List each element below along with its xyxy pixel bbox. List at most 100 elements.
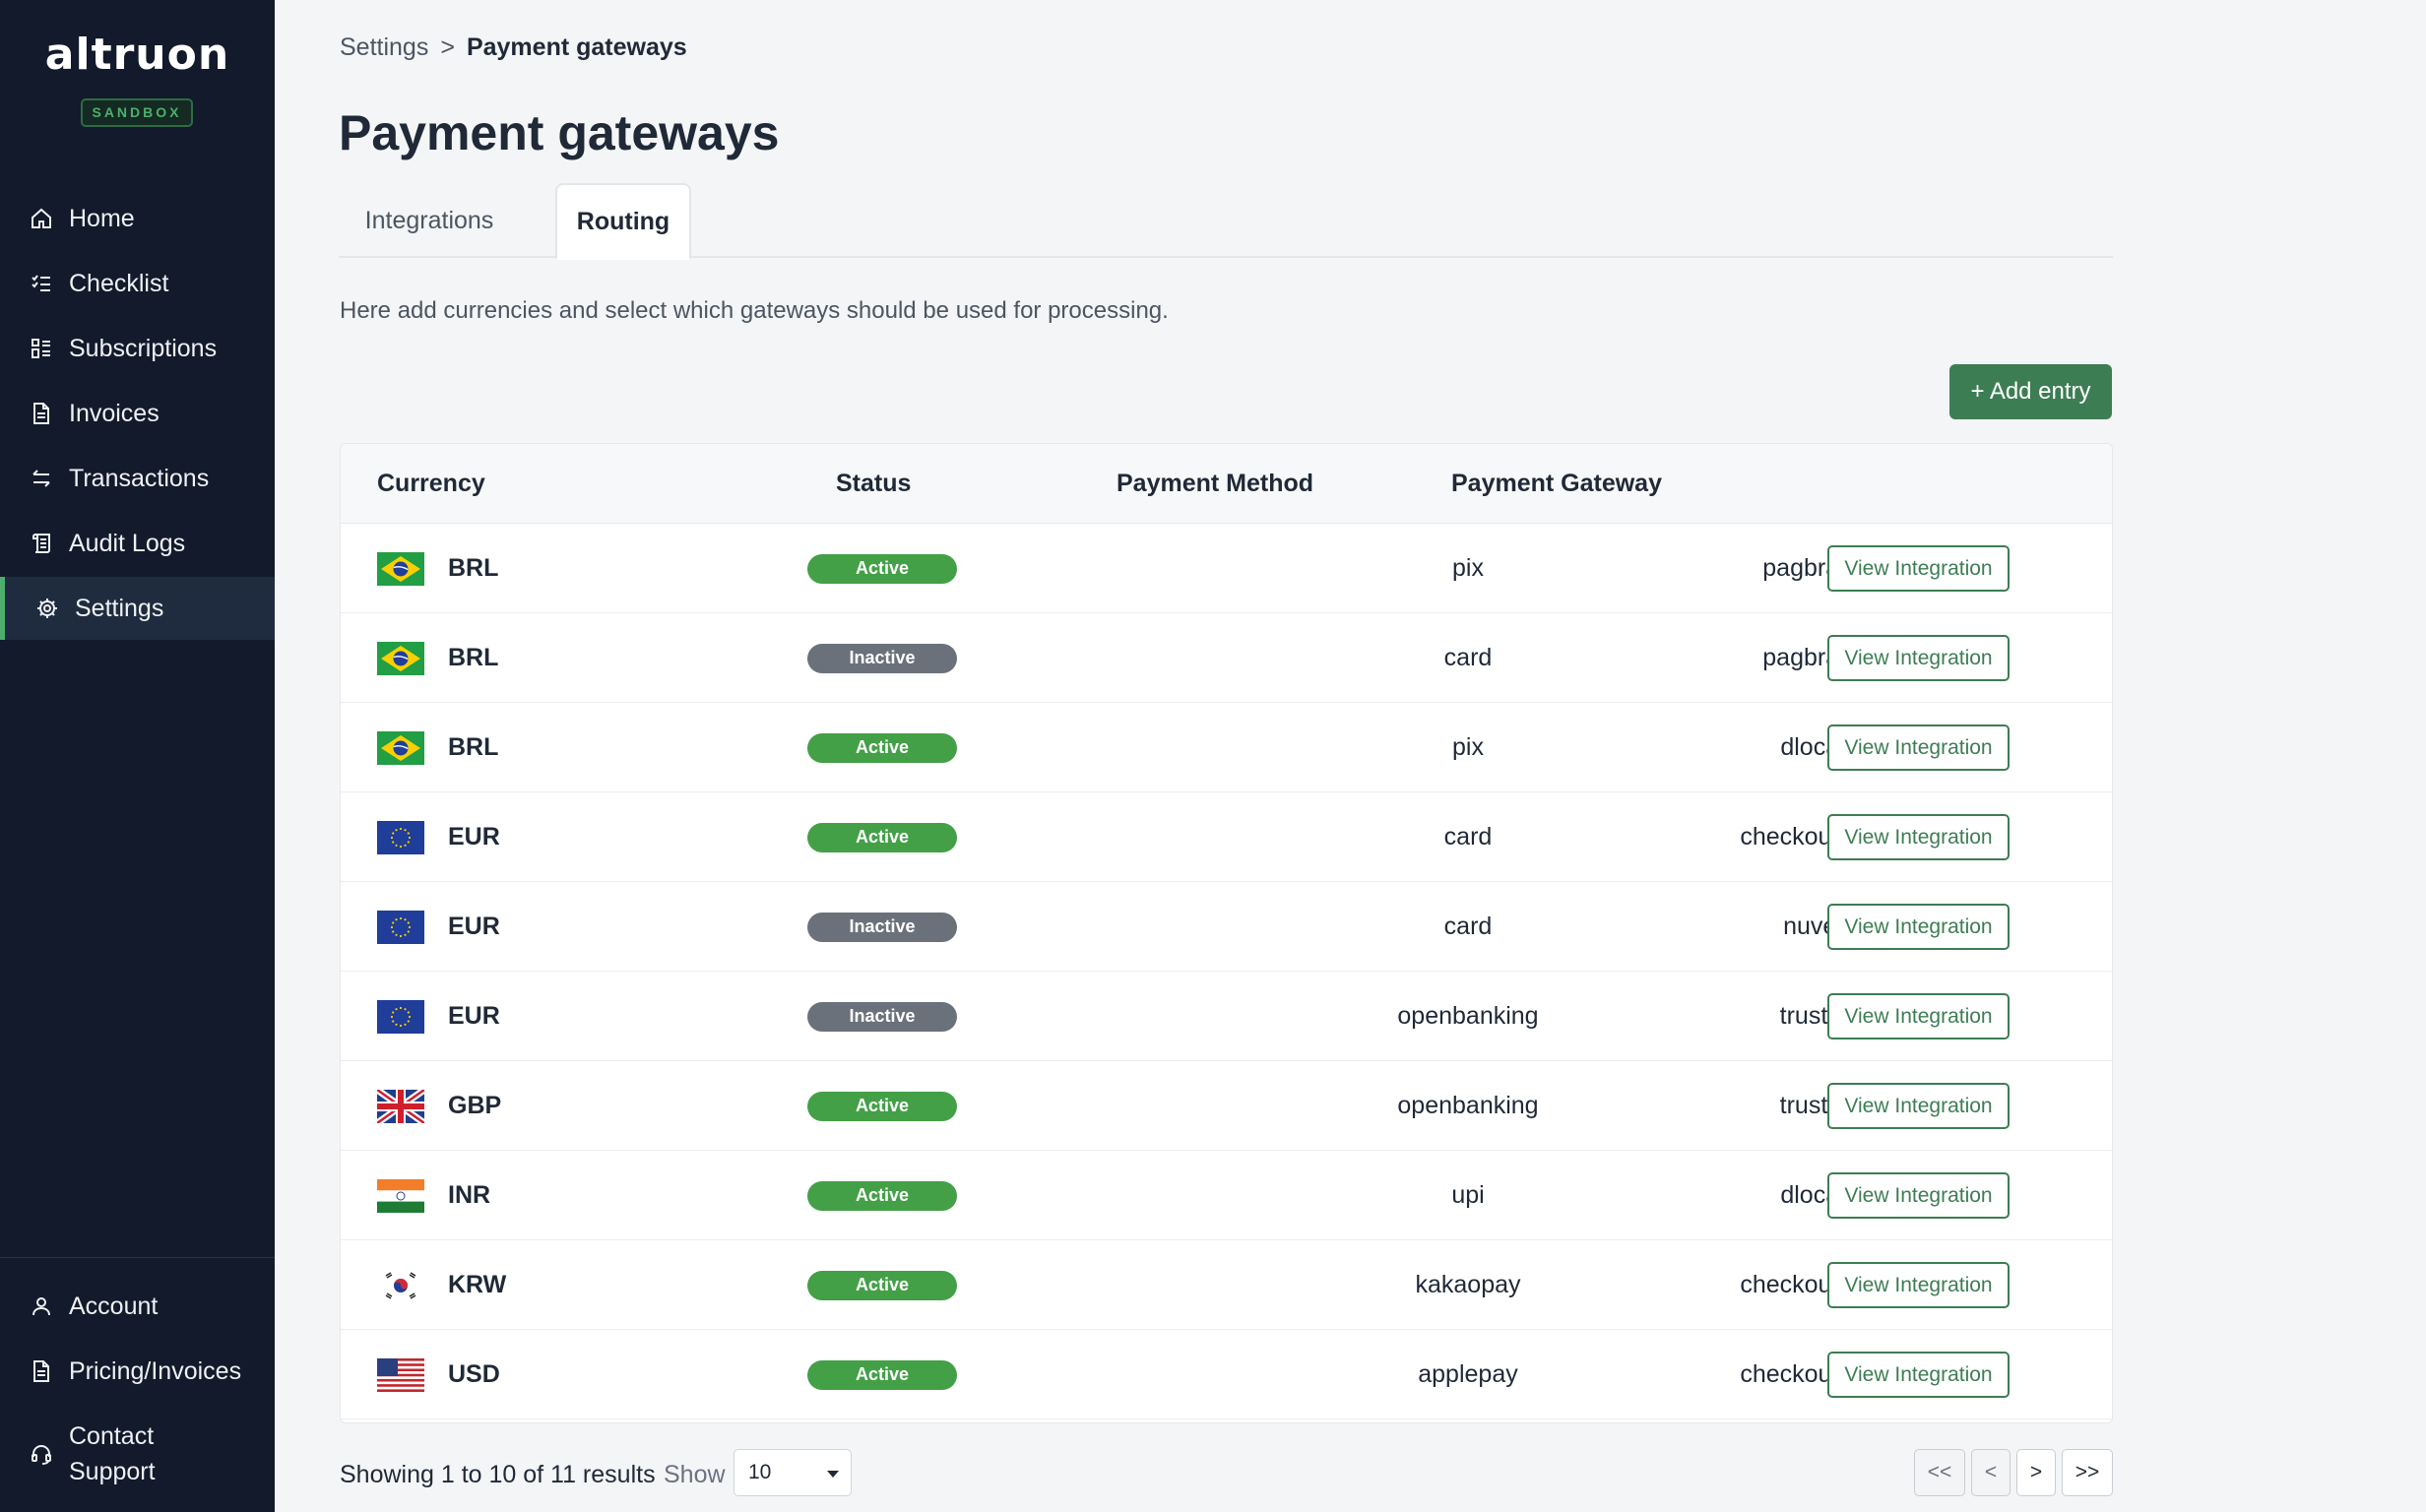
- first-page-button[interactable]: <<: [1914, 1449, 1965, 1496]
- currency-code: BRL: [448, 554, 499, 582]
- status-cell: Active: [807, 792, 957, 882]
- status-badge: Inactive: [807, 1001, 957, 1032]
- home-icon: [30, 207, 53, 230]
- sidebar-item-contact-support[interactable]: Contact Support: [0, 1414, 275, 1494]
- tab-integrations[interactable]: Integrations: [339, 183, 520, 258]
- table-row: BRL Active pix pagbrasil View Integration: [341, 524, 2112, 613]
- sidebar-item-pricing-invoices[interactable]: Pricing/Invoices: [0, 1340, 275, 1403]
- sidebar-item-account[interactable]: Account: [0, 1275, 275, 1338]
- sidebar-item-subscriptions[interactable]: Subscriptions: [0, 317, 275, 380]
- currency-code: EUR: [448, 1002, 500, 1030]
- sidebar-item-label: Account: [69, 1292, 159, 1320]
- payment-method: kakaopay: [1415, 1271, 1521, 1298]
- view-integration-button[interactable]: View Integration: [1827, 904, 2010, 950]
- view-integration-button[interactable]: View Integration: [1827, 1172, 2010, 1219]
- status-cell: Inactive: [807, 972, 957, 1061]
- audit-log-icon: [30, 532, 53, 555]
- status-badge: Active: [807, 1091, 957, 1121]
- gear-icon: [35, 597, 59, 620]
- breadcrumb-parent[interactable]: Settings: [340, 33, 428, 62]
- status-cell: Inactive: [807, 882, 957, 972]
- eu-flag: [377, 821, 424, 854]
- transactions-icon: [30, 467, 53, 490]
- previous-page-button[interactable]: <: [1971, 1449, 2011, 1496]
- breadcrumb-current: Payment gateways: [466, 33, 687, 61]
- user-icon: [30, 1294, 53, 1318]
- status-badge: Active: [807, 1359, 957, 1390]
- table-row: KRW Active kakaopay checkoutcom View Integra…: [341, 1240, 2112, 1330]
- brazil-flag: [377, 642, 424, 675]
- india-flag: [377, 1179, 424, 1213]
- view-integration-button[interactable]: View Integration: [1827, 1262, 2010, 1308]
- next-page-button[interactable]: >: [2016, 1449, 2056, 1496]
- table-row: EUR Inactive card nuvei View Integration: [341, 882, 2112, 972]
- column-header-currency: Currency: [377, 470, 485, 497]
- tab-bar: Integrations Routing: [339, 183, 2113, 260]
- sidebar-item-label: Transactions: [69, 464, 210, 492]
- sidebar-item-transactions[interactable]: Transactions: [0, 447, 275, 510]
- eu-flag: [377, 1000, 424, 1034]
- sidebar-item-label: Contact Support: [69, 1422, 156, 1485]
- sidebar-item-invoices[interactable]: Invoices: [0, 382, 275, 445]
- sidebar-item-checklist[interactable]: Checklist: [0, 252, 275, 315]
- invoice-icon: [30, 1359, 53, 1383]
- sidebar-item-home[interactable]: Home: [0, 187, 275, 250]
- routing-table: Currency Status Payment Method Payment G…: [340, 443, 2113, 1423]
- payment-method: applepay: [1418, 1360, 1518, 1388]
- page-size-label: Show: [664, 1461, 726, 1488]
- pagination: << < > >>: [1914, 1449, 2113, 1496]
- table-row: BRL Active pix dlocal View Integration: [341, 703, 2112, 792]
- view-integration-button[interactable]: View Integration: [1827, 1352, 2010, 1398]
- add-entry-button[interactable]: + Add entry: [1949, 364, 2112, 419]
- status-badge: Active: [807, 732, 957, 763]
- page-size-select[interactable]: 10: [734, 1449, 852, 1496]
- view-integration-button[interactable]: View Integration: [1827, 1083, 2010, 1129]
- table-footer: Showing 1 to 10 of 11 results Show 10 <<…: [340, 1449, 2113, 1498]
- payment-method: pix: [1452, 733, 1484, 761]
- currency-code: EUR: [448, 823, 500, 850]
- checklist-icon: [30, 272, 53, 295]
- invoice-icon: [30, 402, 53, 425]
- view-integration-button[interactable]: View Integration: [1827, 724, 2010, 771]
- sidebar-item-label: Audit Logs: [69, 529, 186, 557]
- status-cell: Active: [807, 1240, 957, 1330]
- status-cell: Active: [807, 1061, 957, 1151]
- table-row: USD Active applepay checkoutcom View Integra…: [341, 1330, 2112, 1419]
- sidebar-item-settings[interactable]: Settings: [0, 577, 275, 640]
- sidebar-item-label: Subscriptions: [69, 334, 218, 362]
- status-badge: Active: [807, 553, 957, 584]
- payment-method: openbanking: [1397, 1092, 1539, 1119]
- uk-flag: [377, 1090, 424, 1123]
- table-row: EUR Inactive openbanking trustly View Integr…: [341, 972, 2112, 1061]
- payment-method: card: [1443, 913, 1493, 940]
- brazil-flag: [377, 731, 424, 765]
- status-badge: Active: [807, 822, 957, 852]
- sidebar-item-label: Checklist: [69, 269, 169, 297]
- page-title: Payment gateways: [339, 105, 780, 160]
- table-header: Currency Status Payment Method Payment G…: [341, 444, 2112, 524]
- table-row: GBP Active openbanking trustly View Integrat…: [341, 1061, 2112, 1151]
- currency-code: USD: [448, 1360, 500, 1388]
- currency-code: EUR: [448, 913, 500, 940]
- status-cell: Active: [807, 524, 957, 613]
- sidebar-item-label: Invoices: [69, 399, 160, 427]
- view-integration-button[interactable]: View Integration: [1827, 814, 2010, 860]
- results-summary: Showing 1 to 10 of 11 results: [340, 1461, 656, 1488]
- last-page-button[interactable]: >>: [2062, 1449, 2113, 1496]
- currency-code: KRW: [448, 1271, 507, 1298]
- view-integration-button[interactable]: View Integration: [1827, 635, 2010, 681]
- status-cell: Active: [807, 1330, 957, 1419]
- sidebar-item-audit-logs[interactable]: Audit Logs: [0, 512, 275, 575]
- payment-method: card: [1443, 823, 1493, 850]
- status-cell: Inactive: [807, 613, 957, 703]
- column-header-status: Status: [836, 470, 912, 497]
- table-row: BRL Inactive card pagbrasil View Integration: [341, 613, 2112, 703]
- sidebar-item-label: Pricing/Invoices: [69, 1356, 242, 1385]
- brand-logo: altruon: [44, 30, 230, 80]
- sidebar: altruon SANDBOX Home Checklist Subscript…: [0, 0, 275, 1512]
- tab-routing[interactable]: Routing: [555, 183, 691, 260]
- eu-flag: [377, 911, 424, 944]
- view-integration-button[interactable]: View Integration: [1827, 993, 2010, 1040]
- view-integration-button[interactable]: View Integration: [1827, 545, 2010, 592]
- column-header-payment-gateway: Payment Gateway: [1451, 470, 1662, 497]
